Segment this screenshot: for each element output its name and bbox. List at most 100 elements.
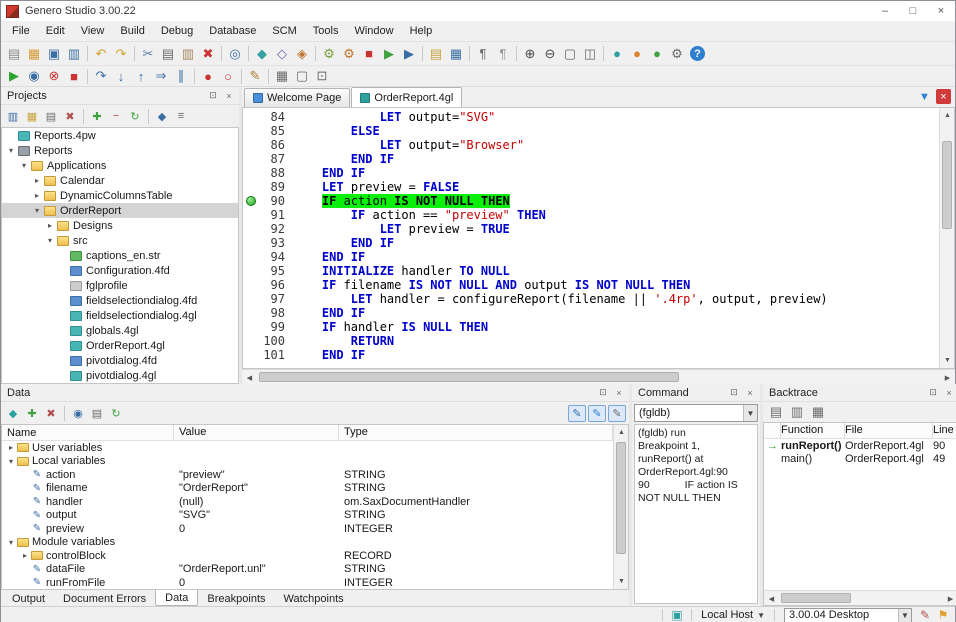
data-row-datafile[interactable]: ✎dataFile"OrderReport.unl"STRING bbox=[2, 563, 613, 577]
gdc-icon[interactable]: ● bbox=[607, 44, 627, 63]
expander-icon[interactable]: ▸ bbox=[31, 176, 43, 185]
data-delete-icon[interactable]: ✖ bbox=[42, 405, 60, 422]
attach-debugger-icon[interactable]: ◉ bbox=[24, 67, 44, 86]
help-icon[interactable]: ? bbox=[690, 46, 705, 61]
backtrace-row-runreport[interactable]: →runReport()OrderReport.4gl90 bbox=[764, 439, 956, 453]
code-line-93[interactable]: 93 END IF bbox=[243, 236, 939, 250]
close-panel-icon[interactable]: × bbox=[222, 89, 236, 103]
editor-vertical-scrollbar[interactable]: ▲ ▼ bbox=[939, 108, 954, 368]
tree-item-fglprofile[interactable]: fglprofile bbox=[2, 278, 238, 293]
column-header-name[interactable]: Name bbox=[2, 425, 174, 440]
edit-format-icon[interactable]: ✎ bbox=[608, 405, 626, 422]
code-line-98[interactable]: 98 END IF bbox=[243, 306, 939, 320]
tree-item-orderreport-4gl[interactable]: OrderReport.4gl bbox=[2, 338, 238, 353]
edit-expression-icon[interactable]: ✎ bbox=[588, 405, 606, 422]
tab-orderreport-4gl[interactable]: OrderReport.4gl bbox=[351, 87, 462, 107]
show-panels-icon[interactable]: ▦ bbox=[272, 67, 292, 86]
code-line-94[interactable]: 94 END IF bbox=[243, 250, 939, 264]
database-icon[interactable]: ▤ bbox=[426, 44, 446, 63]
rebuild-icon[interactable]: ⚙ bbox=[339, 44, 359, 63]
tree-item-calendar[interactable]: ▸Calendar bbox=[2, 173, 238, 188]
filter-documents-icon[interactable]: ▼ bbox=[917, 89, 932, 104]
tree-item-reports[interactable]: ▾Reports bbox=[2, 143, 238, 158]
tree-item-reports-4pw[interactable]: Reports.4pw bbox=[2, 128, 238, 143]
data-row-runfromfile[interactable]: ✎runFromFile0INTEGER bbox=[2, 576, 613, 589]
tab-welcome-page[interactable]: Welcome Page bbox=[244, 88, 350, 107]
expander-icon[interactable]: ▾ bbox=[18, 161, 30, 170]
close-panel-icon[interactable]: × bbox=[612, 386, 626, 400]
build-icon[interactable]: ⚙ bbox=[319, 44, 339, 63]
window-layout-icon[interactable]: ▢ bbox=[560, 44, 580, 63]
code-line-87[interactable]: 87 END IF bbox=[243, 152, 939, 166]
proj-new-group-icon[interactable]: ▦ bbox=[23, 108, 41, 125]
edit-wand-icon[interactable]: ✎ bbox=[245, 67, 265, 86]
continue-icon[interactable]: ⇒ bbox=[151, 67, 171, 86]
expander-icon[interactable]: ▾ bbox=[5, 538, 17, 547]
zoom-out-icon[interactable]: ⊖ bbox=[540, 44, 560, 63]
preferences-icon[interactable]: ⚙ bbox=[667, 44, 687, 63]
close-panel-icon[interactable]: × bbox=[942, 386, 956, 400]
code-area[interactable]: 84 LET output="SVG"85 ELSE86 LET output=… bbox=[243, 108, 939, 368]
proj-remove-icon[interactable]: ✖ bbox=[61, 108, 79, 125]
tree-item-captions-en-str[interactable]: captions_en.str bbox=[2, 248, 238, 263]
menu-build[interactable]: Build bbox=[112, 23, 152, 39]
column-header-function[interactable]: Function bbox=[781, 423, 845, 438]
data-refresh-icon[interactable]: ↻ bbox=[107, 405, 125, 422]
column-header-line[interactable]: Line bbox=[933, 423, 956, 438]
client-version-select[interactable]: 3.00.04 Desktop ▼ bbox=[784, 608, 912, 622]
column-header-file[interactable]: File bbox=[845, 423, 933, 438]
menu-database[interactable]: Database bbox=[201, 23, 264, 39]
maximize-button[interactable]: □ bbox=[899, 1, 927, 21]
data-row-controlblock[interactable]: ▸controlBlockRECORD bbox=[2, 549, 613, 563]
panel-tab-output[interactable]: Output bbox=[3, 590, 54, 606]
expander-icon[interactable]: ▸ bbox=[19, 551, 31, 560]
proj-save-all-icon[interactable]: ▥ bbox=[4, 108, 22, 125]
redo-icon[interactable]: ↷ bbox=[111, 44, 131, 63]
comment-icon[interactable]: ¶ bbox=[493, 44, 513, 63]
expander-icon[interactable]: ▸ bbox=[5, 443, 17, 452]
notification-icon[interactable]: ⚑ bbox=[934, 608, 952, 622]
float-panel-icon[interactable]: ⊡ bbox=[596, 386, 610, 400]
data-insert-icon[interactable]: ✚ bbox=[23, 405, 41, 422]
tree-item-fieldselectiondialog-4fd[interactable]: fieldselectiondialog.4fd bbox=[2, 293, 238, 308]
undo-icon[interactable]: ↶ bbox=[91, 44, 111, 63]
new-file-icon[interactable]: ▤ bbox=[4, 44, 24, 63]
scroll-track[interactable] bbox=[257, 370, 940, 384]
code-line-99[interactable]: 99 IF handler IS NULL THEN bbox=[243, 320, 939, 334]
reset-layout-icon[interactable]: ▢ bbox=[292, 67, 312, 86]
menu-debug[interactable]: Debug bbox=[153, 23, 201, 39]
data-copy-icon[interactable]: ▤ bbox=[88, 405, 106, 422]
expander-icon[interactable]: ▸ bbox=[31, 191, 43, 200]
copy-icon[interactable]: ▤ bbox=[158, 44, 178, 63]
gre-icon[interactable]: ● bbox=[647, 44, 667, 63]
scroll-down-icon[interactable]: ▼ bbox=[614, 574, 629, 589]
data-row-user-variables[interactable]: ▸User variables bbox=[2, 441, 613, 455]
scroll-left-icon[interactable]: ◀ bbox=[242, 370, 257, 385]
scroll-left-icon[interactable]: ◀ bbox=[764, 591, 779, 606]
tree-item-globals-4gl[interactable]: globals.4gl bbox=[2, 323, 238, 338]
scroll-down-icon[interactable]: ▼ bbox=[940, 353, 955, 368]
float-panel-icon[interactable]: ⊡ bbox=[206, 89, 220, 103]
code-line-95[interactable]: 95 INITIALIZE handler TO NULL bbox=[243, 264, 939, 278]
gdc-status-icon[interactable]: ▣ bbox=[668, 608, 686, 622]
float-panel-icon[interactable]: ⊡ bbox=[727, 386, 741, 400]
command-output[interactable]: (fgldb) runBreakpoint 1, runReport() atO… bbox=[634, 424, 758, 604]
open-icon[interactable]: ▦ bbox=[24, 44, 44, 63]
editor-horizontal-scrollbar[interactable]: ◀ ▶ bbox=[242, 369, 955, 384]
stop-build-icon[interactable]: ■ bbox=[359, 44, 379, 63]
new-report-icon[interactable]: ◈ bbox=[292, 44, 312, 63]
code-line-84[interactable]: 84 LET output="SVG" bbox=[243, 110, 939, 124]
scroll-right-icon[interactable]: ▶ bbox=[940, 370, 955, 385]
schema-icon[interactable]: ▦ bbox=[446, 44, 466, 63]
scroll-track[interactable] bbox=[614, 440, 628, 574]
menu-scm[interactable]: SCM bbox=[264, 23, 304, 39]
proj-properties-icon[interactable]: ≡ bbox=[172, 108, 190, 125]
tree-item-src[interactable]: ▾src bbox=[2, 233, 238, 248]
scroll-thumb[interactable] bbox=[259, 372, 679, 382]
debugger-select[interactable]: (fgldb) ▼ bbox=[634, 404, 758, 422]
float-panel-icon[interactable]: ⊡ bbox=[926, 386, 940, 400]
proj-expand-all-icon[interactable]: ✚ bbox=[88, 108, 106, 125]
frame-down-icon[interactable]: ▥ bbox=[787, 403, 807, 422]
panel-tab-breakpoints[interactable]: Breakpoints bbox=[198, 590, 274, 606]
disable-breakpoints-icon[interactable]: ○ bbox=[218, 67, 238, 86]
